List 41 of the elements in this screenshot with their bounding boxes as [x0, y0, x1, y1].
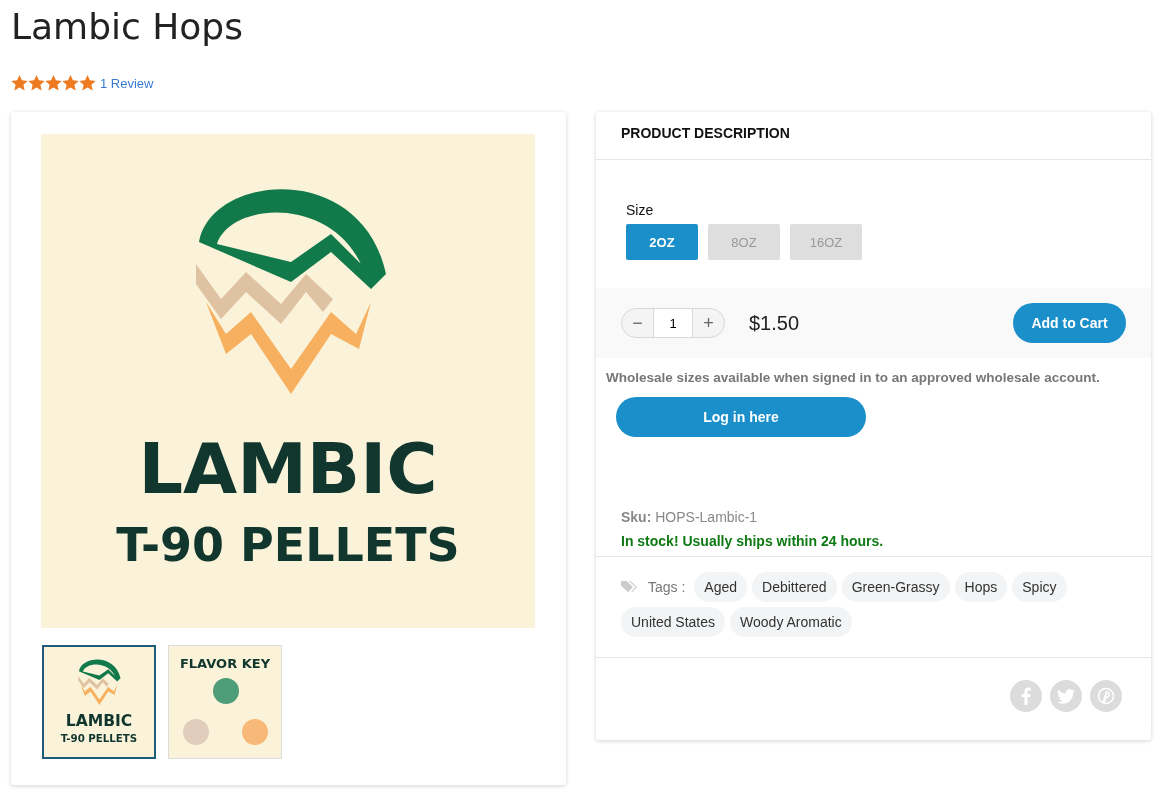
pinterest-button[interactable]	[1090, 680, 1122, 712]
decrease-button[interactable]: −	[622, 309, 653, 337]
tag-chip[interactable]: United States	[621, 607, 726, 637]
wholesale-note: Wholesale sizes available when signed in to an approved wholesale account.	[605, 369, 1101, 385]
star-icon	[79, 75, 96, 91]
bird-icon	[1057, 688, 1075, 704]
tag-chip[interactable]: Spicy	[1012, 572, 1067, 602]
section-heading: PRODUCT DESCRIPTION	[596, 112, 1151, 160]
image-subtitle: T-90 PELLETS	[115, 522, 461, 568]
tag-chip[interactable]: Debittered	[752, 572, 837, 602]
product-title: Lambic Hops	[11, 5, 244, 49]
tag-chip[interactable]: Woody Aromatic	[730, 607, 852, 637]
image-thumbnail[interactable]: LAMBIC T-90 PELLETS	[42, 645, 156, 759]
tag-chip[interactable]: Aged	[694, 572, 748, 602]
tags-label: Tags :	[648, 579, 686, 595]
price: $1.50	[749, 311, 800, 335]
sku-text: Sku: HOPS-Lambic-1	[621, 509, 759, 525]
facebook-icon	[1021, 687, 1031, 705]
star-icon	[45, 75, 62, 91]
image-title: LAMBIC	[64, 713, 134, 730]
tag-chip[interactable]: Green-Grassy	[841, 572, 950, 602]
add-to-cart-button[interactable]: Add to Cart	[1013, 303, 1126, 343]
pinterest-icon	[1097, 687, 1115, 705]
star-icon	[62, 75, 79, 91]
review-link[interactable]: 1 Review	[100, 75, 154, 91]
size-label: Size	[626, 202, 655, 218]
tags-icon	[621, 581, 637, 593]
image-title: FLAVOR KEY	[178, 657, 272, 670]
image-thumbnail[interactable]: FLAVOR KEY	[168, 645, 282, 759]
twitter-button[interactable]	[1050, 680, 1082, 712]
stock-status: In stock! Usually ships within 24 hours.	[621, 533, 885, 549]
tag-chip[interactable]: Hops	[954, 572, 1008, 602]
star-icon	[28, 75, 45, 91]
login-button[interactable]: Log in here	[616, 397, 866, 437]
size-option[interactable]: 2OZ	[626, 224, 698, 260]
image-title: LAMBIC	[137, 434, 439, 504]
image-subtitle: T-90 PELLETS	[59, 733, 139, 744]
quantity-field[interactable]: 1	[653, 309, 693, 337]
star-icon	[11, 75, 28, 91]
facebook-button[interactable]	[1010, 680, 1042, 712]
increase-button[interactable]: +	[693, 309, 724, 337]
